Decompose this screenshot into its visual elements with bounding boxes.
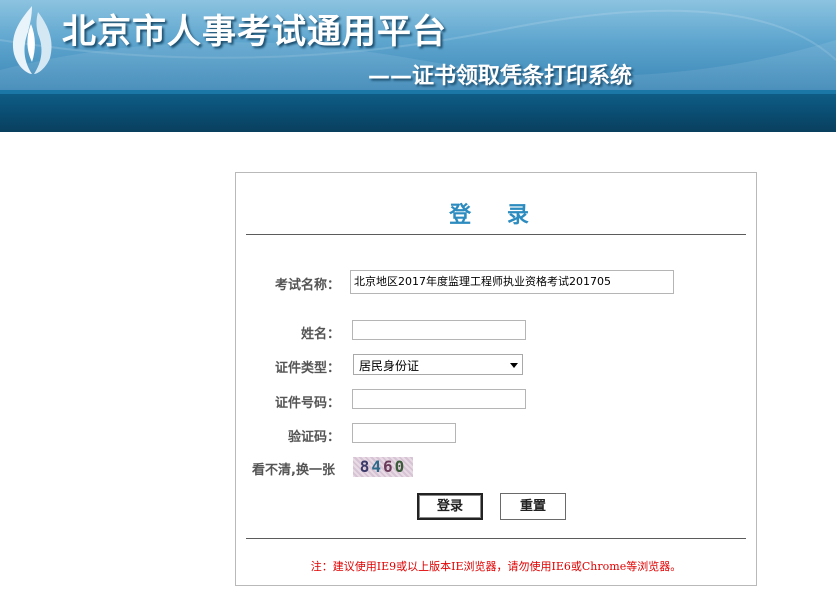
name-input[interactable] — [352, 320, 526, 340]
captcha-digit: 0 — [394, 457, 407, 476]
exam-name-label: 考试名称： — [274, 278, 340, 293]
captcha-image[interactable]: 8460 — [353, 457, 413, 477]
id-type-select[interactable]: 居民身份证 — [353, 354, 523, 375]
header-banner: 北京市人事考试通用平台 ——证书领取凭条打印系统 — [0, 0, 836, 90]
name-label: 姓名： — [300, 327, 340, 342]
captcha-label: 验证码： — [287, 430, 340, 445]
login-panel: 登 录 考试名称： 北京地区2017年度监理工程师执业资格考试201705 姓名… — [235, 172, 757, 586]
reset-button[interactable]: 重置 — [500, 493, 566, 520]
site-subtitle: ——证书领取凭条打印系统 — [368, 64, 633, 89]
login-button[interactable]: 登录 — [417, 493, 483, 520]
chevron-down-icon — [510, 363, 518, 368]
id-type-label: 证件类型： — [274, 361, 340, 376]
id-number-input[interactable] — [352, 389, 526, 409]
captcha-input[interactable] — [352, 423, 456, 443]
browser-notice: 注：建议使用IE9或以上版本IE浏览器，请勿使用IE6或Chrome等浏览器。 — [310, 560, 682, 573]
exam-name-field: 北京地区2017年度监理工程师执业资格考试201705 — [350, 270, 674, 294]
header-nav-band — [0, 90, 836, 132]
id-type-selected-value: 居民身份证 — [359, 359, 420, 373]
title-divider — [246, 234, 746, 235]
captcha-digit: 6 — [383, 457, 395, 476]
site-title: 北京市人事考试通用平台 — [62, 12, 447, 52]
flame-logo-icon — [12, 6, 52, 74]
captcha-digit: 8 — [359, 457, 372, 476]
login-title: 登 录 — [449, 203, 543, 228]
footer-divider — [246, 538, 746, 539]
id-number-label: 证件号码： — [274, 396, 340, 411]
refresh-captcha-link[interactable]: 看不清,换一张 — [252, 459, 335, 478]
captcha-digit: 4 — [371, 457, 383, 476]
